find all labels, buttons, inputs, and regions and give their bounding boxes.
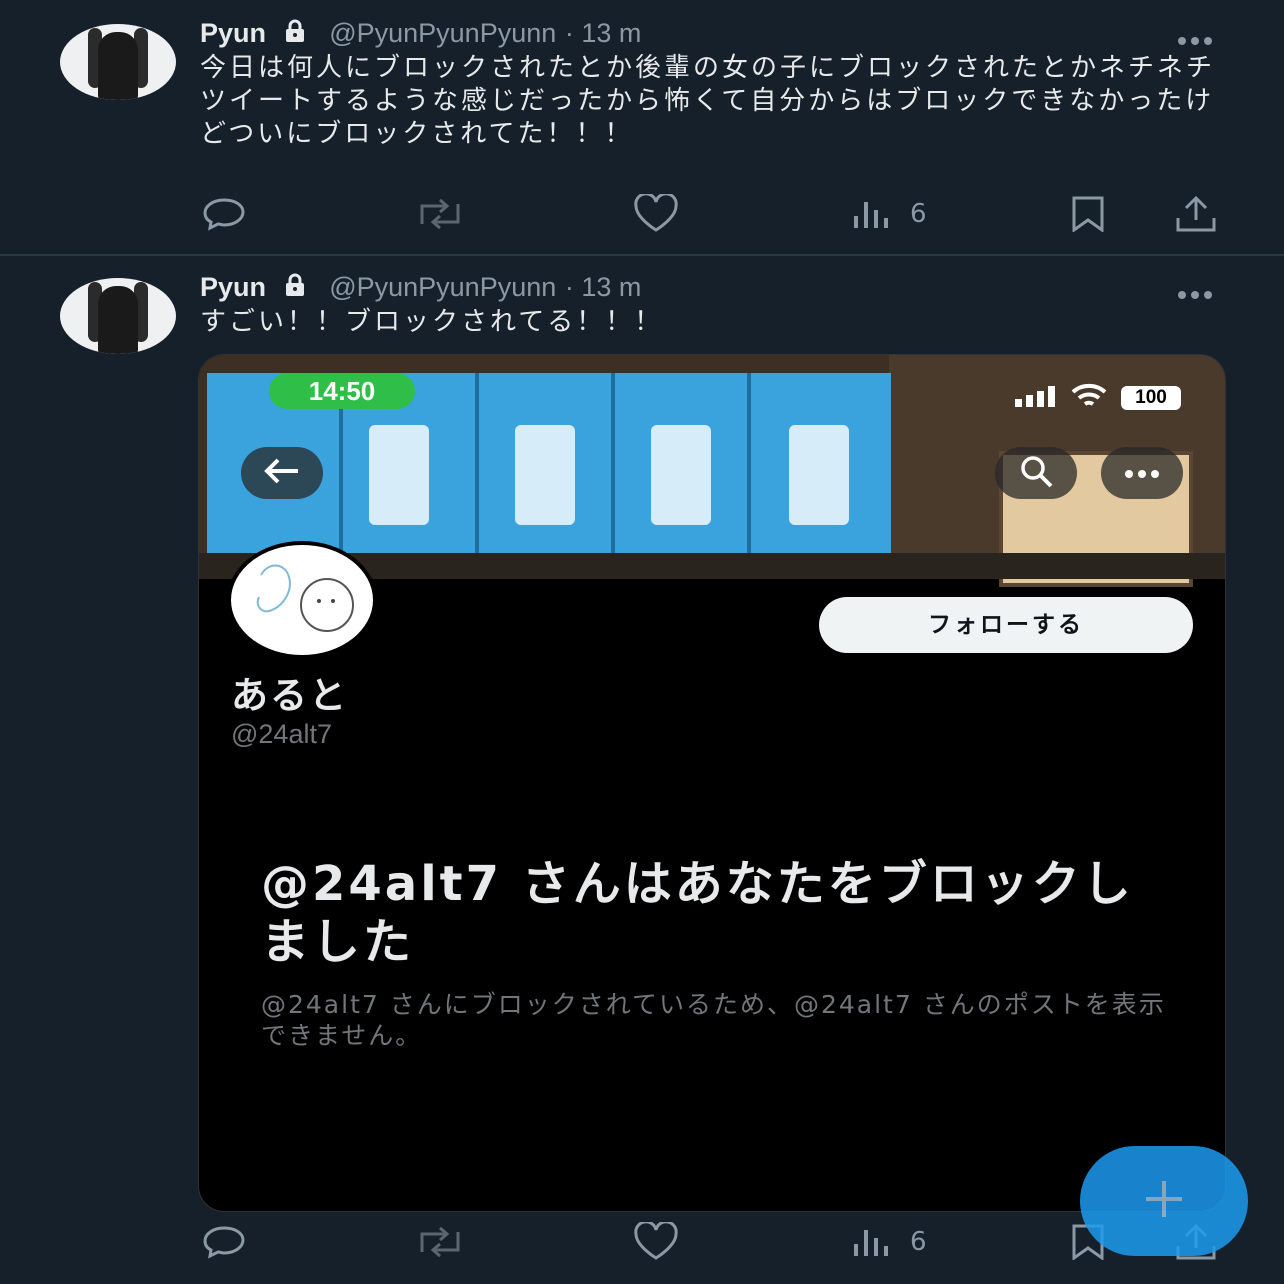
share-button[interactable] <box>1174 194 1218 234</box>
tweet-time[interactable]: · 13 m <box>565 18 642 48</box>
compose-plus-icon <box>1142 1177 1186 1225</box>
author-avatar[interactable] <box>60 278 176 354</box>
reply-button[interactable] <box>202 1222 246 1262</box>
back-arrow-icon <box>262 456 302 490</box>
author-name[interactable]: Pyun <box>200 18 266 48</box>
views-button[interactable]: 6 <box>852 194 927 234</box>
follow-button[interactable]: フォローする <box>819 597 1193 653</box>
retweet-button[interactable] <box>414 1222 466 1262</box>
search-button[interactable] <box>995 447 1077 499</box>
like-icon <box>632 194 680 234</box>
like-button[interactable] <box>632 194 680 234</box>
lock-icon <box>283 19 307 50</box>
profile-handle: @24alt7 <box>231 719 332 749</box>
retweet-icon <box>414 1226 466 1258</box>
profile-avatar[interactable] <box>227 541 377 659</box>
share-icon <box>1174 196 1218 232</box>
bookmark-button[interactable] <box>1068 194 1108 234</box>
more-button[interactable] <box>1101 447 1183 499</box>
like-icon <box>632 1222 680 1262</box>
author-handle[interactable]: @PyunPyunPyunn <box>329 18 556 48</box>
tweet-text: すごい！！ブロックされてる！！！ <box>200 307 664 337</box>
author-avatar[interactable] <box>60 24 176 100</box>
views-count: 6 <box>910 199 927 229</box>
reply-button[interactable] <box>202 194 246 234</box>
tweet-actions: 6 <box>0 194 1284 234</box>
more-icon[interactable] <box>1178 30 1218 45</box>
author-handle[interactable]: @PyunPyunPyunn <box>329 272 556 302</box>
retweet-button[interactable] <box>414 194 466 234</box>
status-icons: 100 <box>1013 383 1181 413</box>
ghost-drawing-icon <box>256 564 354 632</box>
views-count: 6 <box>910 1227 927 1257</box>
tweet-text: 今日は何人にブロックされたとか後輩の女の子にブロックされたとかネチネチツイートす… <box>200 53 1216 149</box>
tweet-header: Pyun @PyunPyunPyunn · 13 m <box>200 18 641 50</box>
profile-name: あると <box>231 674 348 717</box>
more-icon <box>1124 464 1160 483</box>
reply-icon <box>202 1225 246 1259</box>
reply-icon <box>202 197 246 231</box>
bookmark-icon <box>1068 196 1108 232</box>
views-icon <box>852 1226 892 1258</box>
lock-icon <box>283 273 307 304</box>
tweet-1[interactable]: Pyun @PyunPyunPyunn · 13 m 今日は何人にブロックされた… <box>0 0 1284 254</box>
status-clock: 14:50 <box>269 373 415 409</box>
tweet-header: Pyun @PyunPyunPyunn · 13 m <box>200 272 641 304</box>
blocked-title: @24alt7 さんはあなたをブロックしました <box>261 856 1134 970</box>
views-button[interactable]: 6 <box>852 1222 927 1262</box>
more-icon[interactable] <box>1178 284 1218 299</box>
back-button[interactable] <box>241 447 323 499</box>
compose-button[interactable] <box>1080 1146 1248 1256</box>
wifi-icon <box>1071 383 1107 413</box>
search-icon <box>1018 453 1054 493</box>
attached-image[interactable]: 14:50 100 フォローする あると @24alt7 @24alt7 さんは… <box>198 354 1226 1212</box>
blocked-description: @24alt7 さんにブロックされているため、@24alt7 さんのポストを表示… <box>261 990 1166 1050</box>
signal-icon <box>1013 385 1059 411</box>
like-button[interactable] <box>632 1222 680 1262</box>
retweet-icon <box>414 198 466 230</box>
views-icon <box>852 198 892 230</box>
author-name[interactable]: Pyun <box>200 272 266 302</box>
tweet-time[interactable]: · 13 m <box>565 272 642 302</box>
battery-indicator: 100 <box>1121 386 1181 410</box>
